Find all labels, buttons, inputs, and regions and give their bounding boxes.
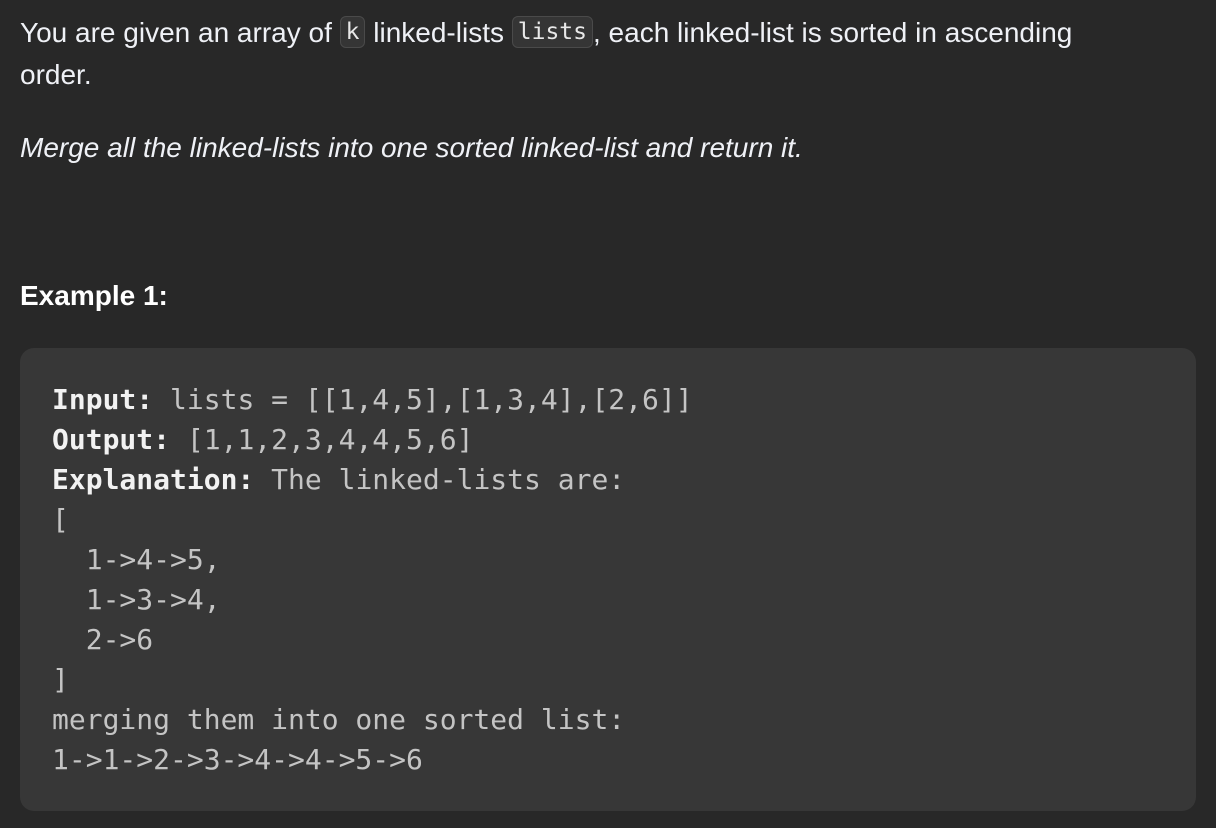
inline-code-k: k (339, 16, 366, 48)
input-label: Input: (52, 383, 154, 416)
output-label: Output: (52, 423, 171, 456)
explanation-line: 1->1->2->3->4->4->5->6 (52, 743, 423, 776)
explanation-line: 1->4->5, (52, 543, 221, 576)
explanation-line: [ (52, 503, 69, 536)
explanation-line: 1->3->4, (52, 583, 221, 616)
output-row: Output: [1,1,2,3,4,4,5,6] (52, 420, 693, 460)
example-title: Example 1: (20, 280, 168, 311)
output-value: [1,1,2,3,4,4,5,6] (170, 423, 474, 456)
description-text-2: linked-lists (365, 17, 512, 48)
explanation-row: Explanation: The linked-lists are: (52, 460, 693, 500)
description-line-1: You are given an array of k linked-lists… (20, 12, 1190, 54)
explanation-line: ] (52, 663, 69, 696)
explanation-label: Explanation: (52, 463, 255, 496)
description-text-1: You are given an array of (20, 17, 340, 48)
explanation-line: merging them into one sorted list: (52, 703, 626, 736)
input-row: Input: lists = [[1,4,5],[1,3,4],[2,6]] (52, 380, 693, 420)
description-line-2: order. (20, 59, 92, 90)
example-code: Input: lists = [[1,4,5],[1,3,4],[2,6]] Ou… (52, 380, 693, 780)
description-text-3: , each linked-list is sorted in ascendin… (593, 17, 1073, 48)
explanation-value: The linked-lists are: (254, 463, 626, 496)
input-value: lists = [[1,4,5],[1,3,4],[2,6]] (153, 383, 693, 416)
example-code-block: Input: lists = [[1,4,5],[1,3,4],[2,6]] Ou… (20, 348, 1196, 811)
inline-code-lists: lists (511, 16, 593, 48)
task-statement: Merge all the linked-lists into one sort… (20, 132, 803, 163)
problem-description: You are given an array of k linked-lists… (20, 12, 1190, 96)
explanation-line: 2->6 (52, 623, 154, 656)
